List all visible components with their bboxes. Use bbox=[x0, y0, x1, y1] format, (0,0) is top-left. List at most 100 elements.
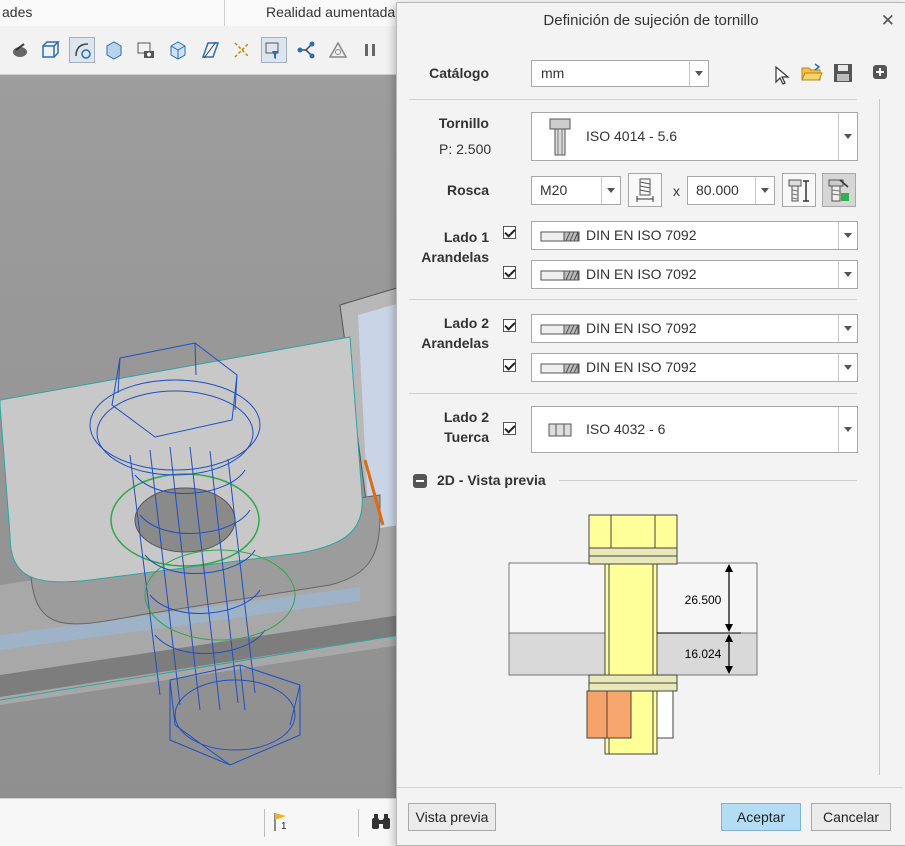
open-folder-icon[interactable] bbox=[801, 63, 823, 86]
chevron-down-icon bbox=[838, 315, 857, 342]
filter-display-icon[interactable] bbox=[261, 37, 287, 63]
side2-washer1-select[interactable]: DIN EN ISO 7092 bbox=[531, 314, 858, 343]
length-combo[interactable]: 80.000 bbox=[687, 176, 775, 205]
nut-checkbox[interactable] bbox=[503, 422, 516, 435]
side1-label: Lado 1 bbox=[443, 229, 489, 245]
section-view-icon[interactable] bbox=[166, 38, 190, 62]
preview-2d-drawing: 26.500 16.024 bbox=[508, 514, 758, 755]
annotation-triangle-icon[interactable] bbox=[326, 38, 350, 62]
washer-top-2 bbox=[588, 555, 678, 565]
side2-washer2-value: DIN EN ISO 7092 bbox=[586, 359, 697, 375]
status-divider bbox=[264, 809, 265, 837]
side1-washer2-value: DIN EN ISO 7092 bbox=[586, 266, 697, 282]
nut-side-label: Lado 2 bbox=[443, 409, 489, 425]
thread-diameter-button[interactable] bbox=[628, 173, 662, 207]
plane-display-icon[interactable] bbox=[198, 38, 222, 62]
expand-plus-icon[interactable] bbox=[872, 64, 888, 83]
side1-washer2-checkbox[interactable] bbox=[503, 266, 516, 279]
chevron-down-icon bbox=[838, 407, 857, 452]
chevron-down-icon bbox=[689, 61, 708, 86]
appearance-camera-icon[interactable] bbox=[134, 38, 158, 62]
screw-auto-icon bbox=[828, 179, 849, 202]
bolt-head bbox=[588, 514, 678, 549]
side1-washer1-select[interactable]: DIN EN ISO 7092 bbox=[531, 221, 858, 250]
length-value: 80.000 bbox=[696, 182, 739, 198]
ribbon-tab-augmented-reality[interactable]: Realidad aumentada bbox=[266, 4, 395, 20]
nut-value: ISO 4032 - 6 bbox=[586, 421, 666, 437]
chevron-down-icon bbox=[755, 177, 774, 204]
status-divider bbox=[358, 809, 359, 837]
auto-length-button[interactable] bbox=[822, 173, 856, 207]
nut-right bbox=[656, 690, 674, 739]
length-measure-button[interactable] bbox=[782, 173, 816, 207]
washer-icon bbox=[540, 229, 580, 246]
saved-orientations-icon[interactable] bbox=[69, 37, 95, 63]
ok-button[interactable]: Aceptar bbox=[721, 803, 801, 831]
nut-left-face bbox=[606, 690, 632, 739]
binoculars-icon[interactable] bbox=[370, 813, 392, 834]
side2-washer1-value: DIN EN ISO 7092 bbox=[586, 320, 697, 336]
screw-icon bbox=[548, 117, 572, 160]
separator bbox=[409, 99, 857, 100]
footer-separator bbox=[397, 787, 903, 788]
washer-bottom-1 bbox=[588, 674, 678, 684]
shading-icon[interactable] bbox=[8, 38, 32, 62]
washer-icon bbox=[540, 361, 580, 378]
thread-size-value: M20 bbox=[540, 182, 568, 198]
preview-button[interactable]: Vista previa bbox=[408, 803, 496, 831]
separator bbox=[409, 299, 857, 300]
separator bbox=[409, 393, 857, 394]
flag-count: 1 bbox=[281, 821, 287, 832]
side2-washers-label: Arandelas bbox=[421, 335, 489, 351]
nut-icon bbox=[548, 423, 572, 440]
preview-section-label: 2D - Vista previa bbox=[437, 472, 546, 488]
bolt-fastener-dialog: Definición de sujeción de tornillo ✕ Cat… bbox=[396, 2, 905, 846]
model-3d-view bbox=[0, 75, 400, 798]
side1-washer1-value: DIN EN ISO 7092 bbox=[586, 227, 697, 243]
side2-washer1-checkbox[interactable] bbox=[503, 319, 516, 332]
catalog-select[interactable]: mm bbox=[531, 60, 709, 87]
screw-select[interactable]: ISO 4014 - 5.6 bbox=[531, 112, 858, 161]
chevron-down-icon bbox=[838, 354, 857, 381]
view-cube-icon[interactable] bbox=[38, 38, 62, 62]
dialog-title: Definición de sujeción de tornillo bbox=[543, 12, 759, 29]
cancel-button[interactable]: Cancelar bbox=[811, 803, 891, 831]
washer-top-1 bbox=[588, 547, 678, 557]
datum-axis-icon[interactable] bbox=[230, 38, 254, 62]
collapse-minus-icon[interactable] bbox=[412, 473, 428, 492]
thread-size-select[interactable]: M20 bbox=[531, 176, 621, 205]
nut-label: Tuerca bbox=[444, 429, 489, 445]
side2-washer2-select[interactable]: DIN EN ISO 7092 bbox=[531, 353, 858, 382]
chevron-down-icon bbox=[838, 261, 857, 288]
display-style-icon[interactable] bbox=[102, 38, 126, 62]
washer-bottom-2 bbox=[588, 682, 678, 692]
thread-diameter-icon bbox=[636, 178, 654, 202]
scrollbar-track[interactable] bbox=[879, 99, 880, 775]
washer-icon bbox=[540, 322, 580, 339]
side2-washer2-checkbox[interactable] bbox=[503, 359, 516, 372]
catalog-label: Catálogo bbox=[429, 65, 489, 81]
chevron-down-icon bbox=[838, 113, 857, 160]
screw-pitch: P: 2.500 bbox=[439, 141, 492, 157]
save-icon[interactable] bbox=[833, 63, 853, 86]
screw-value: ISO 4014 - 5.6 bbox=[586, 128, 678, 144]
ribbon-tab-partial[interactable]: ades bbox=[2, 4, 32, 20]
side1-washer1-checkbox[interactable] bbox=[503, 226, 516, 239]
separator bbox=[559, 480, 857, 481]
graphics-viewport[interactable] bbox=[0, 75, 400, 798]
screw-length-icon bbox=[788, 179, 809, 202]
select-pointer-icon[interactable] bbox=[774, 65, 790, 88]
catalog-value: mm bbox=[541, 65, 565, 81]
side2-label: Lado 2 bbox=[443, 315, 489, 331]
graphics-toolbar bbox=[0, 26, 400, 75]
connections-icon[interactable] bbox=[294, 38, 318, 62]
close-icon[interactable]: ✕ bbox=[881, 11, 895, 31]
dimension-bottom: 16.024 bbox=[685, 647, 722, 661]
pause-icon[interactable] bbox=[358, 38, 382, 62]
washer-icon bbox=[540, 268, 580, 285]
status-bar: 1 bbox=[0, 798, 400, 846]
dimension-top: 26.500 bbox=[685, 593, 722, 607]
side1-washer2-select[interactable]: DIN EN ISO 7092 bbox=[531, 260, 858, 289]
tab-divider bbox=[224, 0, 225, 26]
nut-select[interactable]: ISO 4032 - 6 bbox=[531, 406, 858, 453]
